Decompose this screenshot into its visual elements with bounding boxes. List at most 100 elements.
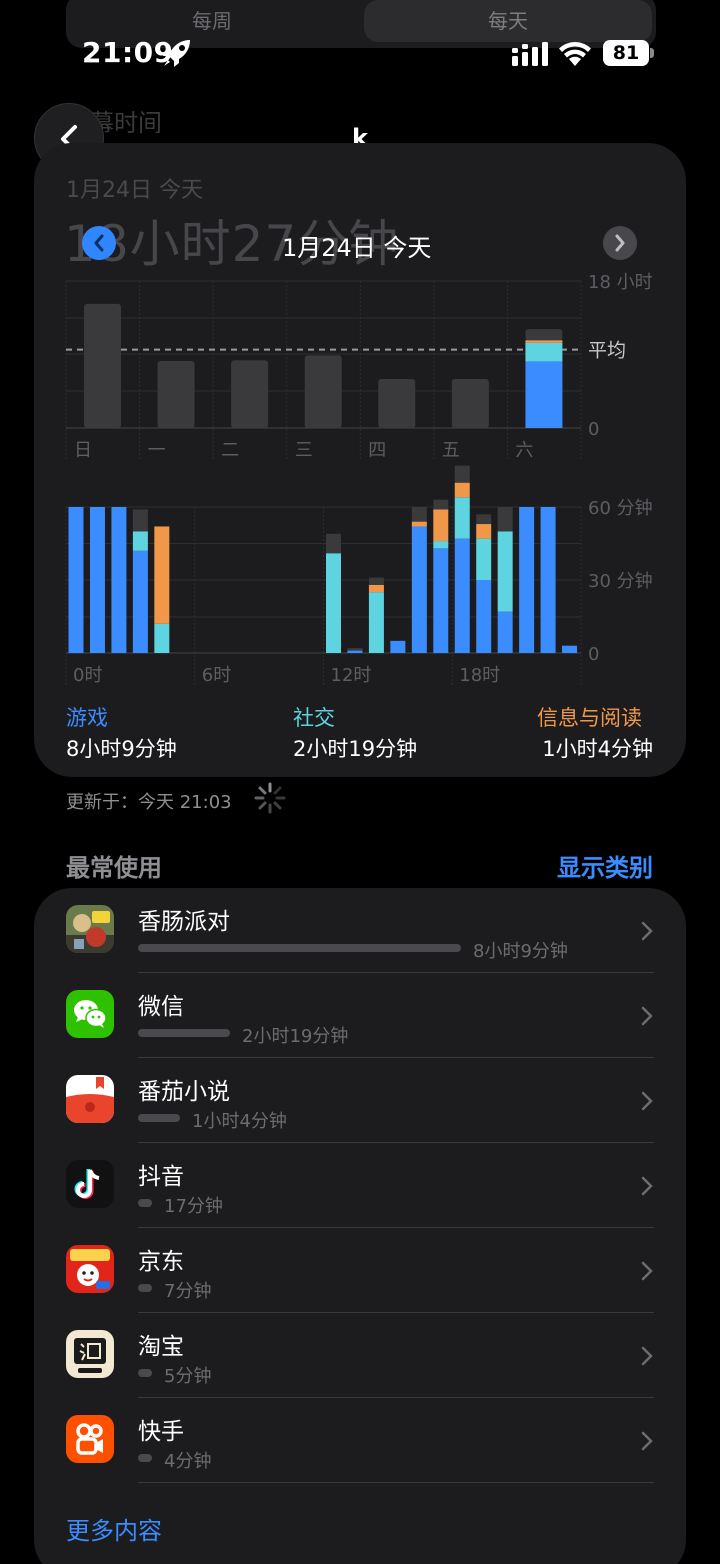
app-time: 5分钟 [164,1366,212,1387]
show-categories-link[interactable]: 显示类别 [557,848,653,883]
hour-bar-segment [476,538,492,580]
wechat-icon [66,990,114,1038]
week-bar [231,360,269,428]
hour-tick-label: 0时 [73,665,102,686]
chevron-right-icon [641,1346,653,1366]
usage-bar [138,1454,152,1462]
hour-bar-segment [326,553,341,653]
app-time: 2小时19分钟 [242,1026,349,1047]
app-name: 番茄小说 [138,1079,230,1105]
app-time: 17分钟 [164,1196,223,1217]
week-bar-segment [525,340,563,343]
sausage-party-icon [66,905,114,953]
week-bar-segment [525,361,563,428]
hour-bar-segment [368,577,384,585]
more-content-link[interactable]: 更多内容 [66,1511,162,1546]
app-name: 京东 [138,1249,184,1275]
app-row-taobao[interactable]: 淘宝 5分钟 [34,1313,686,1398]
hour-bar-segment [368,592,384,653]
chevron-right-icon [641,1091,653,1111]
hour-bar-segment [519,507,535,653]
most-used-title: 最常使用 [66,854,162,882]
hour-bar-segment [132,509,148,532]
app-name: 淘宝 [138,1334,184,1360]
hour-bar-segment [562,645,578,653]
loading-spinner-icon [254,782,286,814]
usage-bar [138,1114,180,1122]
week-bar [84,303,121,428]
hour-y-label: 60 分钟 [588,498,653,519]
hour-bar-segment [433,541,449,549]
chevron-right-icon [641,921,653,941]
row-divider [138,1482,654,1483]
hour-bar-segment [132,550,148,653]
app-time: 7分钟 [164,1281,212,1302]
week-tick-label: 六 [515,440,533,461]
app-name: 抖音 [138,1164,184,1190]
week-tick-label: 四 [368,440,386,461]
hour-bar-segment [454,482,470,498]
legend-social-value: 2小时19分钟 [293,737,418,761]
app-row-sausage-party[interactable]: 香肠派对 8小时9分钟 [34,888,686,973]
hour-bar-segment [476,580,492,653]
hour-bar-segment [411,507,427,522]
usage-bar [138,1029,230,1037]
hour-bar-segment [433,499,449,510]
app-row-douyin[interactable]: 抖音 17分钟 [34,1143,686,1228]
hour-bar-segment [411,521,427,527]
week-tick-label: 日 [74,440,92,461]
hour-bar-segment [154,526,170,624]
week-tick-label: 一 [148,440,166,461]
hour-bar-segment [368,584,384,593]
legend-games: 游戏 [66,706,108,730]
week-tick-label: 三 [295,440,313,461]
hour-y-label: 0 [588,644,599,665]
usage-bar [138,1199,152,1207]
hour-bar-segment [454,497,470,539]
week-y-label: 18 小时 [588,272,653,293]
updated-text: 更新于：今天 21:03 [66,792,232,813]
kuaishou-icon [66,1415,114,1463]
app-row-tomato-novel[interactable]: 番茄小说 1小时4分钟 [34,1058,686,1143]
chevron-right-icon [641,1176,653,1196]
chevron-right-icon [641,1261,653,1281]
hour-bar-segment [347,650,363,653]
usage-bar [138,944,461,952]
hour-bar-segment [476,514,492,525]
app-row-jd[interactable]: 京东 7分钟 [34,1228,686,1313]
tomato-novel-icon [66,1075,114,1123]
week-bar-segment [525,329,563,341]
app-row-kuaishou[interactable]: 快手 4分钟 [34,1398,686,1483]
week-tick-label: 二 [221,440,239,461]
douyin-icon [66,1160,114,1208]
hour-tick-label: 6时 [202,665,231,686]
week-bar [304,355,342,428]
hour-bar-segment [497,611,513,653]
week-tick-label: 五 [442,440,460,461]
hour-bar-segment [68,507,84,653]
jd-icon [66,1245,114,1293]
hour-y-label: 30 分钟 [588,571,653,592]
hour-bar-segment [111,507,127,653]
app-list-card: 香肠派对 8小时9分钟 微信 2小时19分钟 番茄小说 1小时4分钟 抖音 17… [34,888,686,1564]
app-name: 微信 [138,994,184,1020]
hour-bar-segment [476,524,492,539]
hour-bar-segment [433,509,449,542]
legend-games-value: 8小时9分钟 [66,737,177,761]
hour-bar-segment [540,507,556,653]
hour-bar-segment [433,548,449,653]
week-y-label: 平均 [588,340,626,362]
chevron-right-icon [641,1431,653,1451]
week-bar [378,379,416,428]
app-name: 快手 [138,1419,184,1445]
app-name: 香肠派对 [138,909,230,935]
hour-bar-segment [132,531,148,551]
week-bar [451,379,489,428]
hour-bar-segment [390,640,406,653]
hour-bar-segment [326,533,341,554]
app-row-wechat[interactable]: 微信 2小时19分钟 [34,973,686,1058]
hour-bar-segment [154,623,170,653]
hour-bar-segment [497,531,513,612]
hour-bar-segment [454,465,470,483]
hour-bar-segment [411,526,427,653]
